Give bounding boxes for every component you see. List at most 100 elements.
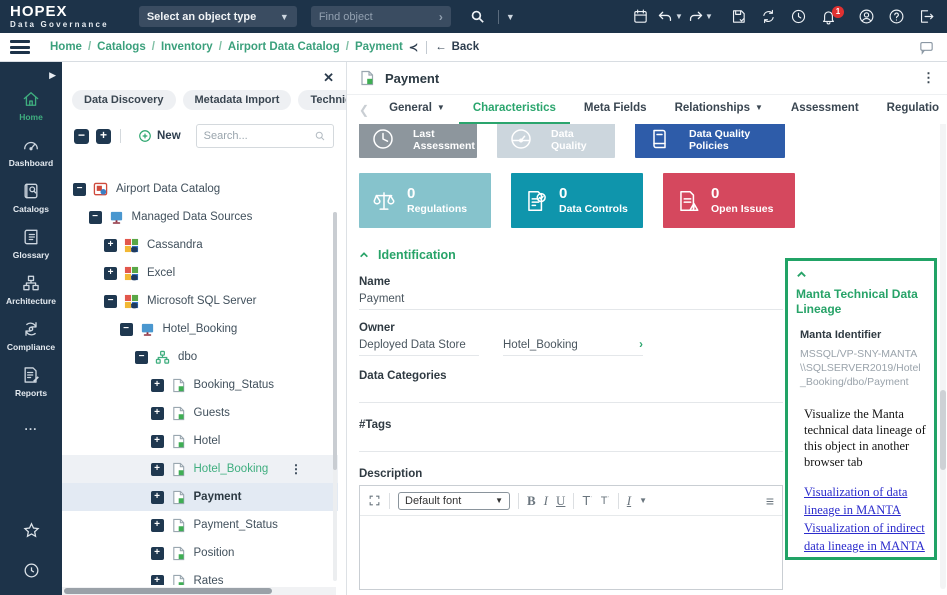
manta-lineage-link[interactable]: Visualization of indirect data lineage i… bbox=[804, 521, 925, 553]
manta-lineage-link[interactable]: Visualization of data lineage in MANTA bbox=[804, 485, 907, 517]
search-options-chevron-icon[interactable]: ▼ bbox=[506, 12, 515, 22]
name-value[interactable]: Payment bbox=[359, 293, 783, 310]
refresh-icon[interactable] bbox=[755, 5, 781, 29]
collapse-icon[interactable]: − bbox=[89, 211, 102, 224]
tree-node-excel[interactable]: +Excel bbox=[62, 259, 338, 287]
breadcrumb-item[interactable]: Home bbox=[50, 41, 82, 53]
expand-icon[interactable]: + bbox=[151, 519, 164, 532]
identification-section-header[interactable]: Identification bbox=[359, 248, 783, 262]
breadcrumb-item[interactable]: Payment bbox=[355, 41, 403, 53]
expand-all-button[interactable]: + bbox=[96, 129, 111, 144]
expand-icon[interactable]: + bbox=[151, 435, 164, 448]
superscript-icon[interactable]: T˙ bbox=[582, 493, 592, 508]
sidebar-expand-icon[interactable]: ▶ bbox=[49, 70, 56, 81]
expand-icon[interactable]: + bbox=[151, 491, 164, 504]
description-textarea[interactable] bbox=[360, 516, 782, 589]
tree-node-guests[interactable]: +Guests bbox=[62, 399, 338, 427]
tree-node-booking_status[interactable]: +Booking_Status bbox=[62, 371, 338, 399]
tab-characteristics[interactable]: Characteristics bbox=[459, 95, 570, 124]
expand-icon[interactable]: + bbox=[151, 575, 164, 586]
tree-node-cassandra[interactable]: +Cassandra bbox=[62, 231, 338, 259]
tree-vertical-scrollbar[interactable] bbox=[333, 212, 337, 581]
tree-node-dbo[interactable]: −dbo bbox=[62, 343, 338, 371]
new-object-button[interactable]: New bbox=[130, 126, 189, 146]
tree-node-payment[interactable]: +Payment bbox=[62, 483, 338, 511]
card-data-quality[interactable]: Data Quality bbox=[497, 124, 615, 158]
tree-tab-metadata-import[interactable]: Metadata Import bbox=[183, 90, 292, 110]
favorites-star-icon[interactable] bbox=[22, 521, 41, 545]
tree-node-microsoft-sql-server[interactable]: −Microsoft SQL Server bbox=[62, 287, 338, 315]
breadcrumb-collapse-icon[interactable]: ≺ bbox=[409, 41, 418, 54]
tabs-scroll-left-icon[interactable]: ❮ bbox=[353, 103, 375, 117]
deployed-data-store-value[interactable]: Hotel_Booking › bbox=[503, 339, 643, 356]
back-button[interactable]: ←Back bbox=[435, 41, 479, 53]
collapse-icon[interactable]: − bbox=[120, 323, 133, 336]
breadcrumb-item[interactable]: Catalogs bbox=[97, 41, 146, 53]
node-menu-kebab-icon[interactable]: ⋮ bbox=[290, 462, 302, 476]
tree-tab-data-discovery[interactable]: Data Discovery bbox=[72, 90, 176, 110]
data-categories-value[interactable] bbox=[359, 387, 783, 403]
close-icon[interactable]: ✕ bbox=[323, 70, 334, 86]
sidebar-item-home[interactable]: Home bbox=[0, 89, 62, 122]
tab-relationships[interactable]: Relationships▼ bbox=[661, 95, 777, 124]
tree-node-payment_status[interactable]: +Payment_Status bbox=[62, 511, 338, 539]
expand-icon[interactable]: + bbox=[151, 463, 164, 476]
calendar-icon[interactable] bbox=[627, 5, 653, 29]
underline-icon[interactable]: U bbox=[556, 493, 565, 509]
tree-node-position[interactable]: +Position bbox=[62, 539, 338, 567]
editor-menu-icon[interactable]: ≡ bbox=[766, 493, 774, 509]
breadcrumb-item[interactable]: Airport Data Catalog bbox=[228, 41, 340, 53]
tags-value[interactable] bbox=[359, 436, 783, 452]
tree-search-input[interactable]: Search... bbox=[196, 124, 334, 148]
logout-icon[interactable] bbox=[913, 5, 939, 29]
card-regulations[interactable]: 0Regulations bbox=[359, 173, 491, 228]
card-open-issues[interactable]: 0Open Issues bbox=[663, 173, 795, 228]
sidebar-item-compliance[interactable]: Compliance bbox=[0, 319, 62, 352]
expand-icon[interactable]: + bbox=[151, 407, 164, 420]
collapse-icon[interactable]: − bbox=[135, 351, 148, 364]
find-object-input[interactable]: Find object › bbox=[311, 6, 451, 27]
card-data-controls[interactable]: 0Data Controls bbox=[511, 173, 643, 228]
sidebar-more-button[interactable]: ... bbox=[24, 419, 37, 433]
history-icon[interactable] bbox=[785, 5, 811, 29]
collapse-icon[interactable]: − bbox=[73, 183, 86, 196]
tree-node-hotel[interactable]: +Hotel bbox=[62, 427, 338, 455]
tree-node-airport-data-catalog[interactable]: −Airport Data Catalog bbox=[62, 175, 338, 203]
menu-hamburger-icon[interactable] bbox=[10, 40, 30, 54]
tree-node-rates[interactable]: +Rates bbox=[62, 567, 338, 585]
tree-horizontal-scrollbar[interactable] bbox=[62, 587, 336, 595]
expand-icon[interactable]: + bbox=[151, 547, 164, 560]
collapse-icon[interactable]: − bbox=[104, 295, 117, 308]
sidebar-item-architecture[interactable]: Architecture bbox=[0, 273, 62, 306]
sidebar-item-dashboard[interactable]: Dashboard bbox=[0, 135, 62, 168]
search-icon[interactable] bbox=[465, 5, 491, 29]
expand-icon[interactable]: + bbox=[151, 379, 164, 392]
recent-history-icon[interactable] bbox=[22, 561, 41, 585]
sidebar-item-catalogs[interactable]: Catalogs bbox=[0, 181, 62, 214]
breadcrumb-item[interactable]: Inventory bbox=[161, 41, 213, 53]
tree-node-hotel_booking[interactable]: +Hotel_Booking⋮ bbox=[62, 455, 338, 483]
italic-icon[interactable]: I bbox=[544, 493, 548, 509]
expand-icon[interactable]: + bbox=[104, 267, 117, 280]
comment-icon[interactable] bbox=[918, 39, 935, 56]
save-icon[interactable] bbox=[725, 5, 751, 29]
navigate-chevron-icon[interactable]: › bbox=[639, 339, 643, 351]
tab-regulatio[interactable]: Regulatio bbox=[873, 95, 947, 124]
tab-general[interactable]: General▼ bbox=[375, 95, 459, 124]
sidebar-item-glossary[interactable]: Glossary bbox=[0, 227, 62, 260]
fullscreen-icon[interactable] bbox=[368, 494, 381, 507]
object-menu-kebab-icon[interactable]: ⋮ bbox=[922, 70, 935, 86]
tree-node-hotel_booking[interactable]: −Hotel_Booking bbox=[62, 315, 338, 343]
tab-meta-fields[interactable]: Meta Fields bbox=[570, 95, 661, 124]
expand-icon[interactable]: + bbox=[104, 239, 117, 252]
tree-node-managed-data-sources[interactable]: −Managed Data Sources bbox=[62, 203, 338, 231]
collapse-all-button[interactable]: − bbox=[74, 129, 89, 144]
subscript-icon[interactable]: T˙ bbox=[601, 495, 610, 507]
account-icon[interactable] bbox=[853, 5, 879, 29]
undo-icon[interactable]: ▼ bbox=[657, 5, 683, 29]
collapse-chevron-icon[interactable] bbox=[796, 267, 926, 285]
text-color-icon[interactable]: I bbox=[627, 493, 631, 509]
redo-icon[interactable]: ▼ bbox=[687, 5, 713, 29]
tree-tab-technical-data[interactable]: Technical Data bbox=[298, 90, 347, 110]
help-icon[interactable] bbox=[883, 5, 909, 29]
